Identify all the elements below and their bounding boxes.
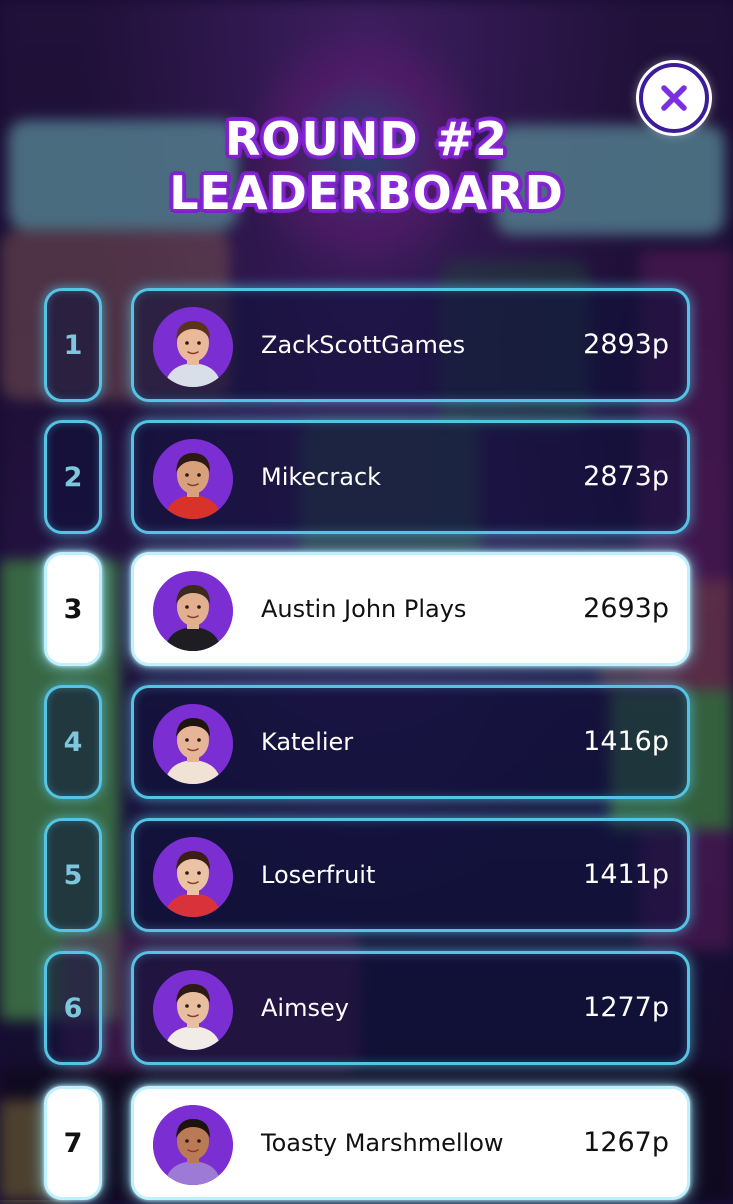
leaderboard-row: 4 Katelier 1416p	[44, 685, 690, 803]
player-entry: Aimsey 1277p	[131, 951, 690, 1065]
rank-number: 5	[63, 859, 83, 891]
player-name: Mikecrack	[261, 463, 382, 491]
player-name: Toasty Marshmellow	[261, 1129, 504, 1157]
rank-badge: 7	[44, 1086, 102, 1200]
player-avatar	[153, 307, 233, 387]
player-avatar	[153, 571, 233, 651]
player-name: Loserfruit	[261, 861, 376, 889]
rank-number: 2	[63, 461, 83, 493]
player-entry: Mikecrack 2873p	[131, 420, 690, 534]
player-avatar	[153, 970, 233, 1050]
rank-badge: 6	[44, 951, 102, 1065]
leaderboard-list: 1 ZackScottGames 2893p 2 Mikecrack 2873p 3 Aust…	[0, 0, 733, 1200]
player-score: 1411p	[583, 859, 669, 890]
rank-number: 1	[63, 329, 83, 361]
player-score: 1416p	[583, 726, 669, 757]
leaderboard-row: 5 Loserfruit 1411p	[44, 818, 690, 936]
player-score: 2893p	[583, 329, 669, 360]
player-entry: Toasty Marshmellow 1267p	[131, 1086, 690, 1200]
player-avatar	[153, 704, 233, 784]
leaderboard-row: 3 Austin John Plays 2693p	[44, 552, 690, 670]
rank-number: 3	[63, 593, 83, 625]
player-entry: Katelier 1416p	[131, 685, 690, 799]
leaderboard-row: 7 Toasty Marshmellow 1267p	[44, 1086, 690, 1204]
rank-badge: 5	[44, 818, 102, 932]
player-avatar	[153, 1105, 233, 1185]
leaderboard-row: 6 Aimsey 1277p	[44, 951, 690, 1069]
rank-badge: 2	[44, 420, 102, 534]
player-name: ZackScottGames	[261, 331, 466, 359]
player-score: 2693p	[583, 593, 669, 624]
rank-number: 7	[63, 1127, 83, 1159]
rank-number: 4	[63, 726, 83, 758]
leaderboard-row: 1 ZackScottGames 2893p	[44, 288, 690, 406]
player-entry: Loserfruit 1411p	[131, 818, 690, 932]
player-entry: Austin John Plays 2693p	[131, 552, 690, 666]
player-name: Austin John Plays	[261, 595, 467, 623]
player-avatar	[153, 837, 233, 917]
rank-badge: 3	[44, 552, 102, 666]
rank-number: 6	[63, 992, 83, 1024]
rank-badge: 4	[44, 685, 102, 799]
player-score: 1267p	[583, 1127, 669, 1158]
player-entry: ZackScottGames 2893p	[131, 288, 690, 402]
rank-badge: 1	[44, 288, 102, 402]
leaderboard-row: 2 Mikecrack 2873p	[44, 420, 690, 538]
player-score: 1277p	[583, 992, 669, 1023]
player-score: 2873p	[583, 461, 669, 492]
player-avatar	[153, 439, 233, 519]
player-name: Aimsey	[261, 994, 349, 1022]
player-name: Katelier	[261, 728, 354, 756]
